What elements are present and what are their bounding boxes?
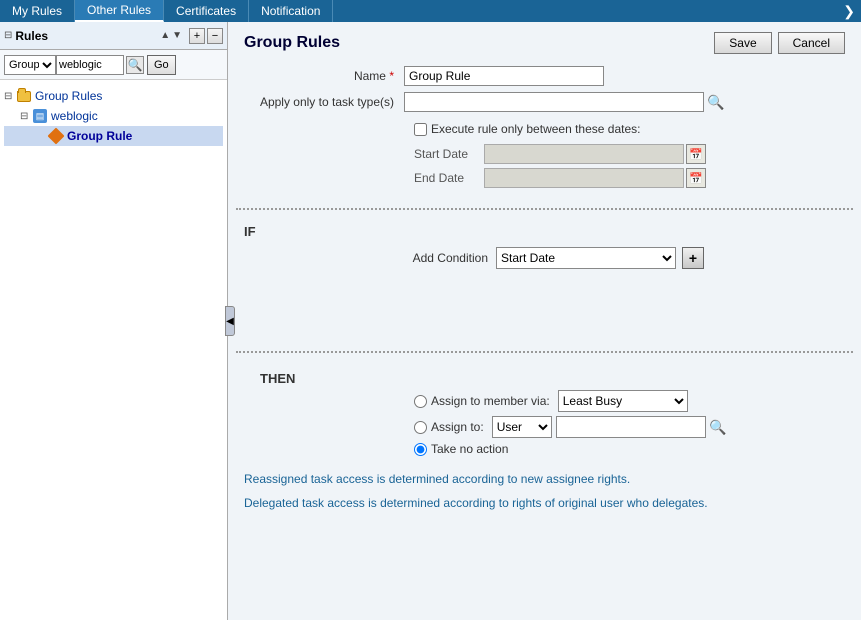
search-icon: 🔍 [128,58,143,72]
execute-dates-row: Execute rule only between these dates: [244,118,845,140]
tree-expand-rule-icon [36,131,48,142]
tab-notification[interactable]: Notification [249,0,333,22]
close-icon[interactable]: ❯ [837,1,861,22]
then-section: THEN Assign to member via: Least Busy Ro… [228,361,861,464]
then-label: THEN [244,365,845,390]
assign-to-radio[interactable] [414,421,427,434]
add-condition-label: Add Condition [388,251,488,265]
if-area: Add Condition Start Date End Date Priori… [228,243,861,343]
start-date-label: Start Date [414,147,484,161]
tab-certificates[interactable]: Certificates [164,0,249,22]
app-container: My Rules Other Rules Certificates Notifi… [0,0,861,620]
top-nav: My Rules Other Rules Certificates Notifi… [0,0,861,22]
apply-row: Apply only to task type(s) 🔍 [244,92,845,112]
cancel-button[interactable]: Cancel [778,32,845,54]
condition-select[interactable]: Start Date End Date Priority Category [496,247,676,269]
tree-label-weblogic: weblogic [51,109,98,123]
tab-other-rules[interactable]: Other Rules [75,0,164,22]
assign-member-radio[interactable] [414,395,427,408]
search-type-select[interactable]: Group User Role [4,55,56,75]
info-text-2: Delegated task access is determined acco… [228,488,861,512]
right-panel-header: Group Rules Save Cancel [228,22,861,62]
if-section: IF Add Condition Start Date End Date Pri… [228,218,861,343]
go-button[interactable]: Go [147,55,176,75]
panel-title: Rules [15,29,159,43]
left-panel: ⊟ Rules ▲ ▼ + − Group User Role 🔍 [0,22,228,620]
take-no-action-radio[interactable] [414,443,427,456]
name-label: Name [244,69,404,83]
tree-area: ⊟ Group Rules ⊟ weblogic [0,80,227,620]
collapse-handle[interactable]: ◀ [225,306,235,336]
tree-item-group-rules[interactable]: ⊟ Group Rules [4,86,223,106]
name-row: Name [244,66,845,86]
take-no-action-row: Take no action [244,442,845,456]
start-date-calendar-icon[interactable]: 📅 [686,144,706,164]
end-date-row: End Date 📅 [244,168,845,188]
assign-member-row: Assign to member via: Least Busy Round R… [244,390,845,412]
add-rule-btn[interactable]: + [189,28,205,44]
apply-label: Apply only to task type(s) [244,95,404,109]
task-search-icon[interactable]: 🔍 [707,93,725,111]
condition-row: Add Condition Start Date End Date Priori… [228,243,861,273]
assign-member-label: Assign to member via: [431,394,550,408]
tab-my-rules[interactable]: My Rules [0,0,75,22]
execute-dates-checkbox[interactable] [414,123,427,136]
assign-member-select[interactable]: Least Busy Round Robin First Available [558,390,688,412]
task-type-input[interactable] [404,92,704,112]
tree-label-group-rule: Group Rule [67,129,132,143]
take-no-action-label: Take no action [431,442,508,456]
end-date-input[interactable] [484,168,684,188]
arrow-up-btn[interactable]: ▲ [159,30,171,41]
info-text-1: Reassigned task access is determined acc… [228,464,861,488]
panel-collapse-expand: ⊟ [4,30,12,41]
end-date-calendar-icon[interactable]: 📅 [686,168,706,188]
remove-rule-btn[interactable]: − [207,28,223,44]
assign-to-type-select[interactable]: User Group Role [492,416,552,438]
diamond-icon [48,128,64,144]
search-icon-btn[interactable]: 🔍 [126,56,144,74]
divider-1 [236,208,853,210]
group-icon [32,108,48,124]
search-input[interactable] [56,55,124,75]
page-title: Group Rules [244,34,340,52]
assign-search-icon[interactable]: 🔍 [709,418,727,436]
tree-item-weblogic[interactable]: ⊟ weblogic [4,106,223,126]
start-date-row: Start Date 📅 [244,144,845,164]
assign-to-row: Assign to: User Group Role 🔍 [244,416,845,438]
assign-to-input[interactable] [556,416,706,438]
if-label: IF [228,218,861,243]
arrow-down-btn[interactable]: ▼ [171,30,183,41]
expand-collapse: ▲ ▼ [159,30,183,41]
tree-item-group-rule[interactable]: Group Rule [4,126,223,146]
left-panel-header: ⊟ Rules ▲ ▼ + − [0,22,227,50]
execute-dates-label: Execute rule only between these dates: [431,122,640,136]
right-panel: Group Rules Save Cancel Name Apply only … [228,22,861,620]
end-date-label: End Date [414,171,484,185]
name-input[interactable] [404,66,604,86]
folder-icon [16,88,32,104]
tree-label-group-rules: Group Rules [35,89,102,103]
divider-2 [236,351,853,353]
tree-expand-icon: ⊟ [4,91,16,102]
search-bar: Group User Role 🔍 Go [0,50,227,80]
header-buttons: Save Cancel [714,32,845,54]
save-button[interactable]: Save [714,32,771,54]
tree-expand-weblogic-icon: ⊟ [20,111,32,122]
assign-to-label: Assign to: [431,420,484,434]
start-date-input[interactable] [484,144,684,164]
add-condition-btn[interactable]: + [682,247,704,269]
main-layout: ⊟ Rules ▲ ▼ + − Group User Role 🔍 [0,22,861,620]
name-section: Name Apply only to task type(s) 🔍 Execut… [228,62,861,200]
